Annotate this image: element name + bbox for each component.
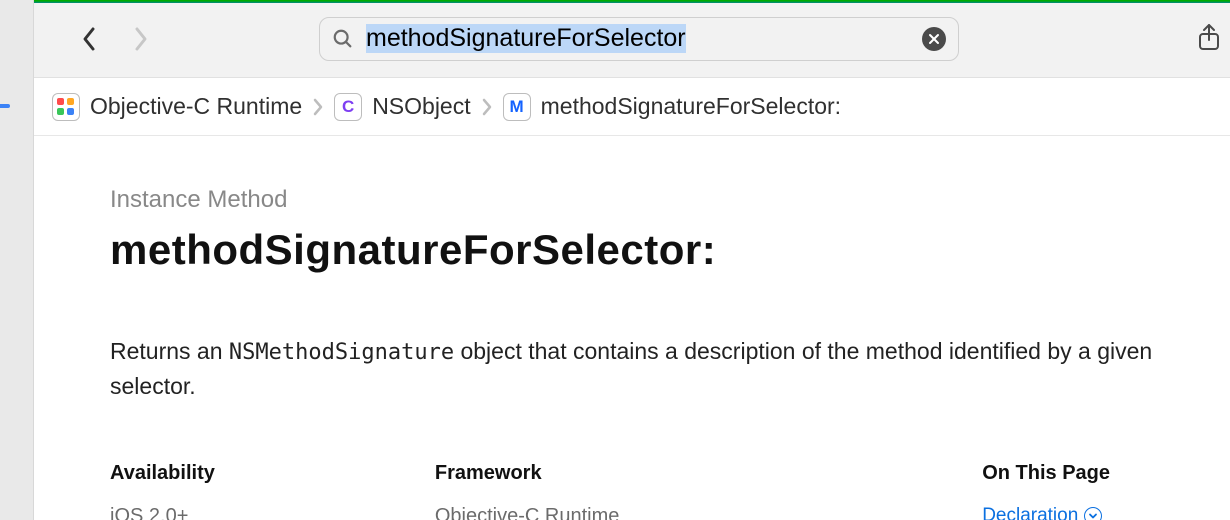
declaration-link[interactable]: Declaration: [982, 505, 1110, 520]
breadcrumb-class[interactable]: NSObject: [372, 93, 470, 120]
window-accent-strip: [34, 0, 1230, 3]
framework-value: Objective-C Runtime: [435, 505, 620, 520]
summary-pre: Returns an: [110, 338, 229, 364]
breadcrumb-method: methodSignatureForSelector:: [541, 93, 841, 120]
sidebar: [0, 0, 34, 520]
chevron-right-icon: [481, 97, 493, 117]
toolbar: methodSignatureForSelector: [34, 0, 1230, 78]
onthispage-label: On This Page: [982, 462, 1110, 485]
declaration-link-text: Declaration: [982, 505, 1078, 520]
doc-content: Instance Method methodSignatureForSelect…: [34, 136, 1230, 520]
chevron-down-icon: [1084, 507, 1102, 520]
framework-col: Framework Objective-C Runtime: [435, 462, 620, 520]
app-window: methodSignatureForSelector Objective-C R: [0, 0, 1230, 520]
clear-search-button[interactable]: [922, 27, 946, 51]
chevron-right-icon: [312, 97, 324, 117]
back-button[interactable]: [74, 24, 104, 54]
framework-icon: [52, 93, 80, 121]
availability-label: Availability: [110, 462, 215, 485]
search-field[interactable]: methodSignatureForSelector: [319, 17, 959, 61]
availability-value: iOS 2.0+: [110, 505, 215, 520]
search-text: methodSignatureForSelector: [366, 24, 686, 53]
main-area: methodSignatureForSelector Objective-C R: [34, 0, 1230, 520]
summary: Returns an NSMethodSignature object that…: [110, 334, 1170, 404]
forward-button[interactable]: [126, 24, 156, 54]
search-input[interactable]: methodSignatureForSelector: [366, 24, 686, 53]
symbol-kind: Instance Method: [110, 186, 1170, 214]
breadcrumb-framework[interactable]: Objective-C Runtime: [90, 93, 302, 120]
breadcrumb: Objective-C Runtime C NSObject M methodS…: [34, 78, 1230, 136]
metadata-columns: Availability iOS 2.0+ Framework Objectiv…: [110, 462, 1170, 520]
availability-col: Availability iOS 2.0+: [110, 462, 215, 520]
summary-code: NSMethodSignature: [229, 340, 454, 365]
class-icon: C: [334, 93, 362, 121]
search-icon: [332, 28, 354, 50]
share-button[interactable]: [1196, 22, 1222, 57]
onthispage-col: On This Page Declaration: [982, 462, 1110, 520]
method-icon: M: [503, 93, 531, 121]
page-title: methodSignatureForSelector:: [110, 226, 1170, 274]
nav-arrows: [74, 24, 156, 54]
framework-label: Framework: [435, 462, 620, 485]
